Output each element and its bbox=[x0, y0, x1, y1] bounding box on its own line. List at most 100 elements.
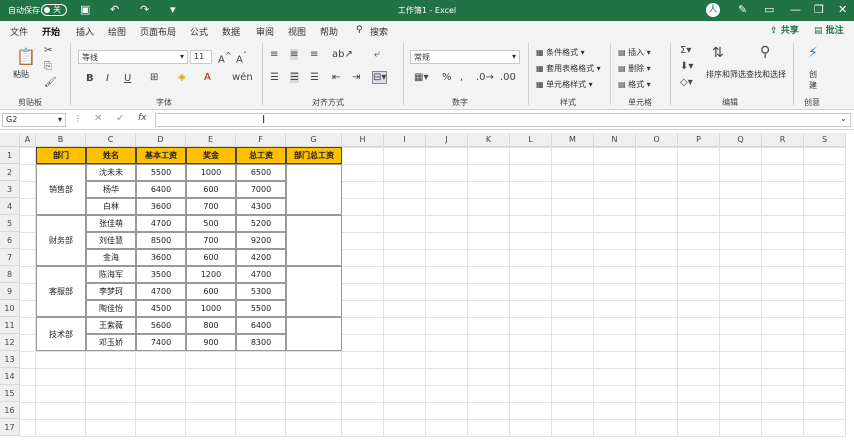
table-cell-c[interactable]: 沈未未 bbox=[86, 164, 136, 181]
search-icon[interactable]: ⚲ bbox=[356, 25, 363, 35]
row-header-2[interactable]: 2 bbox=[0, 164, 20, 181]
table-cell-f[interactable]: 5300 bbox=[236, 283, 286, 300]
accounting-format-icon[interactable]: ▦▾ bbox=[414, 72, 428, 83]
find-select-button[interactable]: 查找和选择 bbox=[746, 69, 786, 80]
table-cell-e[interactable]: 900 bbox=[186, 334, 236, 351]
sort-filter-button[interactable]: 排序和筛选 bbox=[706, 69, 746, 80]
department-cell[interactable]: 销售部 bbox=[36, 164, 86, 215]
table-cell-f[interactable]: 9200 bbox=[236, 232, 286, 249]
clear-icon[interactable]: ◇▾ bbox=[680, 77, 693, 88]
row-header-4[interactable]: 4 bbox=[0, 198, 20, 215]
table-cell-c[interactable]: 刘佳慧 bbox=[86, 232, 136, 249]
column-header-e[interactable]: E bbox=[186, 133, 236, 147]
align-right-icon[interactable]: ☰ bbox=[310, 72, 319, 83]
row-header-3[interactable]: 3 bbox=[0, 181, 20, 198]
table-cell-e[interactable]: 700 bbox=[186, 198, 236, 215]
close-icon[interactable]: ✕ bbox=[838, 3, 847, 16]
table-cell-d[interactable]: 5600 bbox=[136, 317, 186, 334]
table-cell-e[interactable]: 1200 bbox=[186, 266, 236, 283]
table-cell-d[interactable]: 6400 bbox=[136, 181, 186, 198]
tab-review[interactable]: 审阅 bbox=[256, 25, 274, 38]
row-header-6[interactable]: 6 bbox=[0, 232, 20, 249]
tab-formulas[interactable]: 公式 bbox=[190, 25, 208, 38]
table-cell-c[interactable]: 白林 bbox=[86, 198, 136, 215]
department-total-cell[interactable] bbox=[286, 266, 342, 317]
phonetic-icon[interactable]: wén bbox=[232, 72, 253, 83]
increase-indent-icon[interactable]: ⇥ bbox=[352, 72, 360, 83]
row-header-7[interactable]: 7 bbox=[0, 249, 20, 266]
font-color-icon[interactable]: A bbox=[204, 72, 211, 83]
format-painter-icon[interactable]: 🖌 bbox=[44, 77, 57, 88]
align-middle-icon[interactable]: ≡ bbox=[290, 49, 299, 60]
restore-icon[interactable]: ❐ bbox=[814, 3, 824, 16]
tab-file[interactable]: 文件 bbox=[10, 25, 28, 38]
column-header-n[interactable]: N bbox=[594, 133, 636, 147]
column-header-d[interactable]: D bbox=[136, 133, 186, 147]
align-center-icon[interactable]: ☰ bbox=[290, 72, 299, 83]
column-header-j[interactable]: J bbox=[426, 133, 468, 147]
tab-data[interactable]: 数据 bbox=[222, 25, 240, 38]
fill-icon[interactable]: ⬇▾ bbox=[680, 61, 693, 72]
autosum-icon[interactable]: Σ▾ bbox=[680, 45, 691, 56]
department-cell[interactable]: 客服部 bbox=[36, 266, 86, 317]
column-header-p[interactable]: P bbox=[678, 133, 720, 147]
table-cell-f[interactable]: 5500 bbox=[236, 300, 286, 317]
column-header-m[interactable]: M bbox=[552, 133, 594, 147]
row-header-12[interactable]: 12 bbox=[0, 334, 20, 351]
font-name-select[interactable]: 等线 ▾ bbox=[78, 50, 188, 64]
table-cell-c[interactable]: 张佳萌 bbox=[86, 215, 136, 232]
tab-page-layout[interactable]: 页面布局 bbox=[140, 25, 176, 38]
column-header-f[interactable]: F bbox=[236, 133, 286, 147]
row-header-16[interactable]: 16 bbox=[0, 402, 20, 419]
row-header-5[interactable]: 5 bbox=[0, 215, 20, 232]
header-cell-f[interactable]: 总工资 bbox=[236, 147, 286, 164]
paste-icon[interactable]: 📋 bbox=[16, 47, 36, 66]
column-header-b[interactable]: B bbox=[36, 133, 86, 147]
decrease-indent-icon[interactable]: ⇤ bbox=[332, 72, 340, 83]
table-cell-d[interactable]: 5500 bbox=[136, 164, 186, 181]
grow-font-icon[interactable]: A^ bbox=[218, 50, 232, 65]
table-cell-f[interactable]: 7000 bbox=[236, 181, 286, 198]
header-cell-c[interactable]: 姓名 bbox=[86, 147, 136, 164]
sort-filter-icon[interactable]: ⇅ bbox=[712, 45, 724, 61]
cancel-icon[interactable]: ✕ bbox=[94, 113, 102, 124]
shrink-font-icon[interactable]: Aˇ bbox=[236, 50, 247, 65]
table-cell-d[interactable]: 4700 bbox=[136, 283, 186, 300]
row-header-9[interactable]: 9 bbox=[0, 283, 20, 300]
table-cell-e[interactable]: 700 bbox=[186, 232, 236, 249]
find-select-icon[interactable]: ⚲ bbox=[760, 44, 770, 60]
select-all-corner[interactable] bbox=[0, 133, 20, 147]
insert-cells-button[interactable]: ▤ 插入 ▾ bbox=[618, 47, 651, 58]
border-icon[interactable]: ⊞ bbox=[150, 72, 158, 83]
header-cell-e[interactable]: 奖金 bbox=[186, 147, 236, 164]
row-header-8[interactable]: 8 bbox=[0, 266, 20, 283]
table-cell-f[interactable]: 4200 bbox=[236, 249, 286, 266]
department-total-cell[interactable] bbox=[286, 215, 342, 266]
tab-insert[interactable]: 插入 bbox=[76, 25, 94, 38]
table-cell-d[interactable]: 8500 bbox=[136, 232, 186, 249]
create-icon[interactable]: ⚡ bbox=[808, 45, 818, 61]
column-header-i[interactable]: I bbox=[384, 133, 426, 147]
column-header-c[interactable]: C bbox=[86, 133, 136, 147]
table-cell-d[interactable]: 3600 bbox=[136, 198, 186, 215]
table-cell-e[interactable]: 600 bbox=[186, 249, 236, 266]
table-cell-e[interactable]: 600 bbox=[186, 283, 236, 300]
format-cells-button[interactable]: ▤ 格式 ▾ bbox=[618, 79, 651, 90]
row-header-1[interactable]: 1 bbox=[0, 147, 20, 164]
orientation-icon[interactable]: ab↗ bbox=[332, 49, 353, 60]
bold-icon[interactable]: B bbox=[86, 73, 94, 84]
align-top-icon[interactable]: ≡ bbox=[270, 49, 278, 60]
table-cell-c[interactable]: 金海 bbox=[86, 249, 136, 266]
table-cell-d[interactable]: 4700 bbox=[136, 215, 186, 232]
table-cell-d[interactable]: 3500 bbox=[136, 266, 186, 283]
department-total-cell[interactable] bbox=[286, 317, 342, 351]
table-cell-e[interactable]: 1000 bbox=[186, 164, 236, 181]
table-cell-f[interactable]: 4700 bbox=[236, 266, 286, 283]
table-cell-f[interactable]: 6400 bbox=[236, 317, 286, 334]
ribbon-display-icon[interactable]: ▭ bbox=[764, 3, 774, 16]
table-cell-e[interactable]: 1000 bbox=[186, 300, 236, 317]
column-header-g[interactable]: G bbox=[286, 133, 342, 147]
table-cell-c[interactable]: 陶佳怡 bbox=[86, 300, 136, 317]
header-cell-b[interactable]: 部门 bbox=[36, 147, 86, 164]
percent-icon[interactable]: % bbox=[442, 72, 452, 83]
